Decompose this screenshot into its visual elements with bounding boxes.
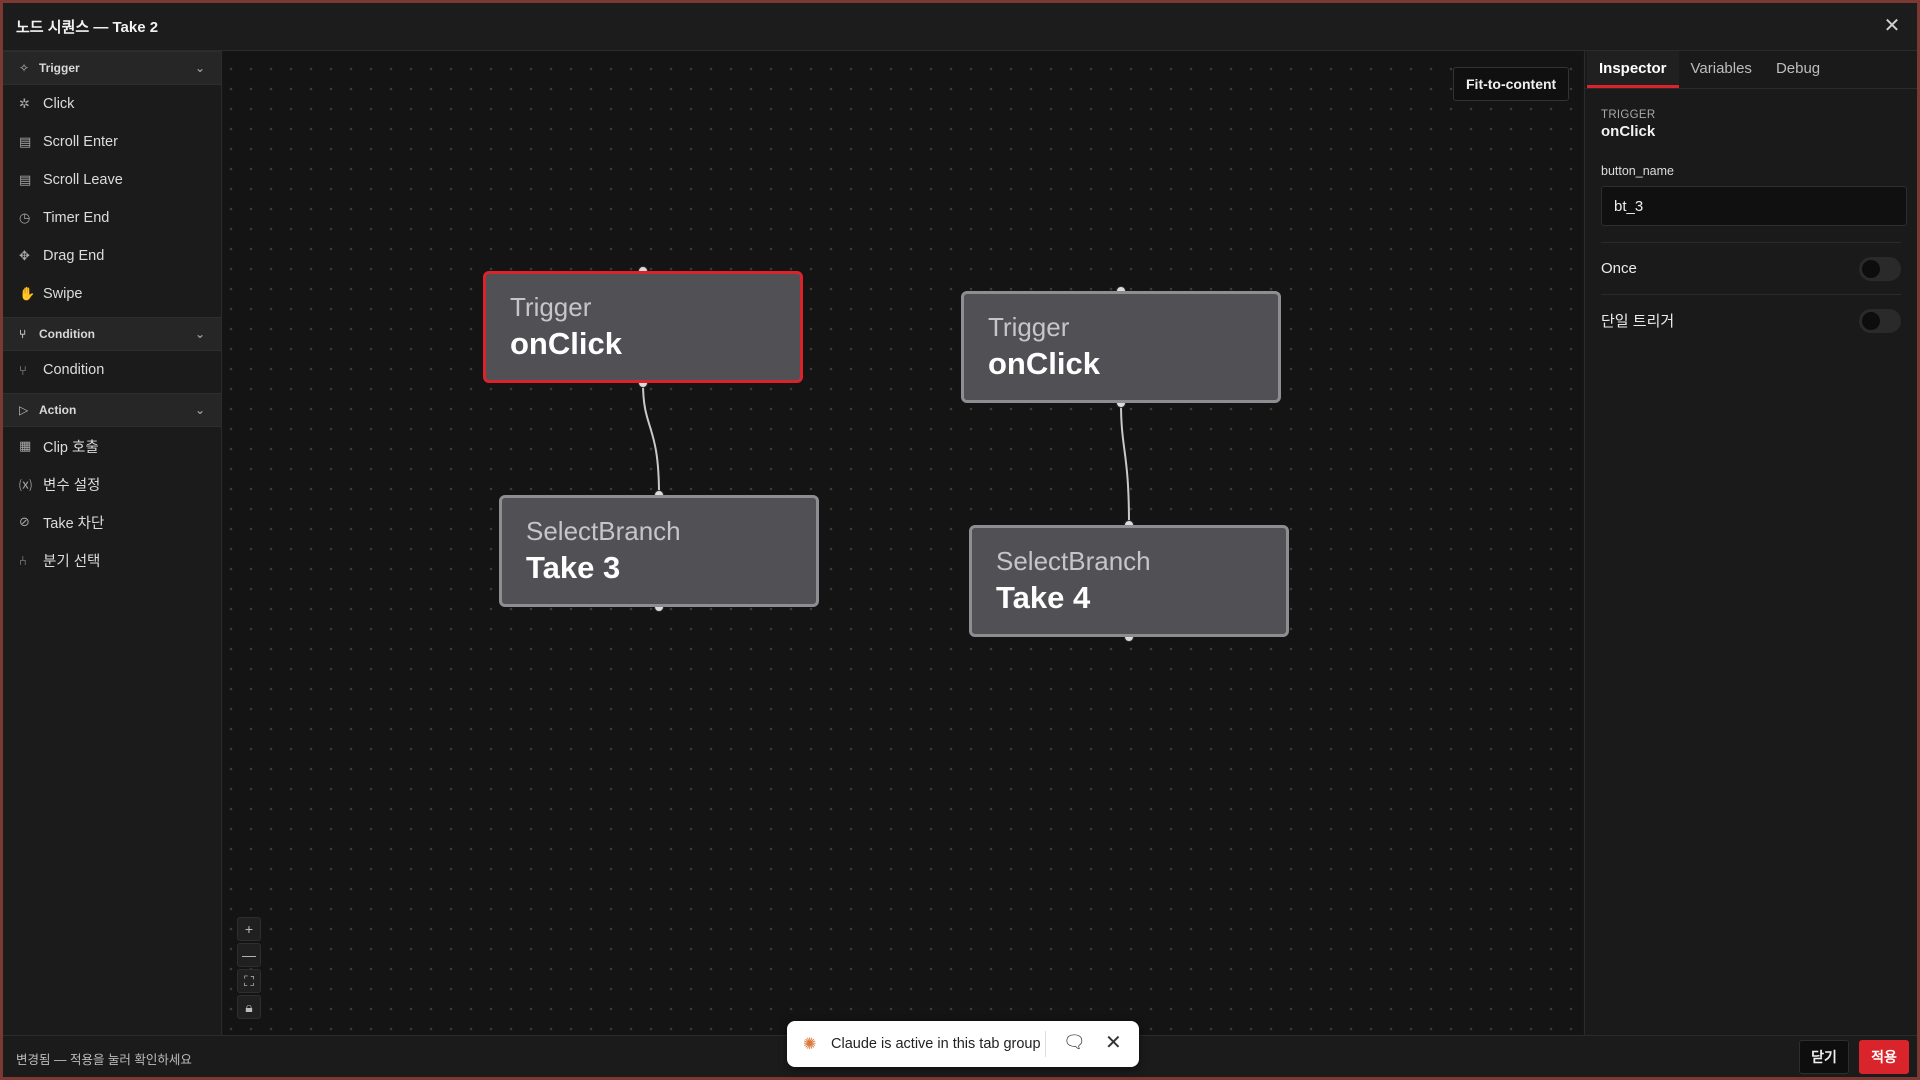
claude-status-bar: ✺ Claude is active in this tab group 🗨︎ … <box>787 1021 1139 1067</box>
palette-item-label: Take 차단 <box>43 515 105 532</box>
palette-item-drag-end[interactable]: ✥ Drag End <box>3 237 221 275</box>
node-trigger-onclick-2[interactable]: Trigger onClick <box>961 291 1281 403</box>
branch-icon: ⑂ <box>19 362 27 378</box>
drag-icon: ✥ <box>19 248 30 263</box>
close-icon[interactable]: ✕ <box>1881 15 1903 37</box>
apply-button[interactable]: 적용 <box>1859 1040 1909 1074</box>
claude-status-text: Claude is active in this tab group <box>831 1036 1041 1052</box>
node-name: onClick <box>988 346 1100 381</box>
inspector-panel: Inspector Variables Debug TRIGGER onClic… <box>1584 51 1917 1035</box>
group-header-action[interactable]: ▷ Action ⌄ <box>3 393 221 427</box>
palette-item-label: Scroll Leave <box>43 172 123 188</box>
group-header-condition[interactable]: ⑂ Condition ⌄ <box>3 317 221 351</box>
group-header-trigger[interactable]: ✧ Trigger ⌄ <box>3 51 221 85</box>
node-name: Take 3 <box>526 550 621 585</box>
node-canvas[interactable]: Trigger onClick SelectBranch Take 3 Trig… <box>223 51 1583 1035</box>
palette-item-block-take[interactable]: ⊘ Take 차단 <box>3 503 221 541</box>
claude-spark-icon: ✺ <box>803 1036 817 1053</box>
palette-item-scroll-enter[interactable]: ▤ Scroll Enter <box>3 123 221 161</box>
variable-icon: ⒳ <box>19 477 33 493</box>
palette-item-label: Timer End <box>43 210 110 226</box>
lock-icon[interactable]: 🔒︎ <box>237 995 261 1019</box>
chevron-down-icon: ⌄ <box>194 403 205 417</box>
play-icon: ▷ <box>19 403 29 417</box>
toggle-label: 단일 트리거 <box>1601 313 1675 330</box>
palette-item-condition[interactable]: ⑂ Condition <box>3 351 221 389</box>
group-label: Trigger <box>39 61 80 75</box>
edge-trigger2-branch4 <box>1120 402 1130 526</box>
node-selectbranch-take4[interactable]: SelectBranch Take 4 <box>969 525 1289 637</box>
palette-item-label: 분기 선택 <box>43 553 101 570</box>
palette-item-label: Drag End <box>43 248 105 264</box>
block-icon: ⊘ <box>19 514 30 529</box>
palette-item-clip-call[interactable]: ▦ Clip 호출 <box>3 427 221 465</box>
single-trigger-toggle[interactable] <box>1859 308 1901 333</box>
scroll-leave-icon: ▤ <box>19 172 32 187</box>
tab-debug[interactable]: Debug <box>1764 51 1832 88</box>
chevron-down-icon: ⌄ <box>194 61 205 75</box>
fullscreen-icon[interactable]: ⛶ <box>237 969 261 993</box>
tab-variables[interactable]: Variables <box>1679 51 1764 88</box>
button-name-input[interactable] <box>1601 186 1907 226</box>
toggle-row-single-trigger: 단일 트리거 <box>1601 294 1901 346</box>
node-name: onClick <box>510 326 622 361</box>
palette-item-click[interactable]: ✲ Click <box>3 85 221 123</box>
branch-icon: ⑂ <box>19 327 27 341</box>
palette-item-swipe[interactable]: ✋ Swipe <box>3 275 221 313</box>
trigger-icon: ✧ <box>19 61 30 75</box>
palette-item-set-variable[interactable]: ⒳ 변수 설정 <box>3 465 221 503</box>
once-toggle[interactable] <box>1859 256 1901 281</box>
status-text: 변경됨 — 적용을 눌러 확인하세요 <box>16 1053 192 1067</box>
toggle-label: Once <box>1601 260 1637 277</box>
palette-item-scroll-leave[interactable]: ▤ Scroll Leave <box>3 161 221 199</box>
palette-item-label: 변수 설정 <box>43 477 101 494</box>
scroll-enter-icon: ▤ <box>19 134 32 149</box>
group-label: Action <box>39 403 77 417</box>
node-name: Take 4 <box>996 580 1091 615</box>
close-icon[interactable]: ✕ <box>1105 1030 1122 1055</box>
button-name-label: button_name <box>1601 164 1674 178</box>
section-label: TRIGGER <box>1601 109 1656 121</box>
palette-item-label: Swipe <box>43 286 83 302</box>
palette-item-label: Condition <box>43 362 105 378</box>
chat-icon[interactable]: 🗨︎ <box>1063 1032 1086 1053</box>
section-value: onClick <box>1601 123 1656 140</box>
close-button[interactable]: 닫기 <box>1799 1040 1849 1074</box>
node-selectbranch-take3[interactable]: SelectBranch Take 3 <box>499 495 819 607</box>
palette-item-label: Click <box>43 96 75 112</box>
node-type: SelectBranch <box>996 546 1151 576</box>
edge-trigger1-branch3 <box>642 382 660 496</box>
chevron-down-icon: ⌄ <box>194 327 205 341</box>
node-palette-sidebar: ✧ Trigger ⌄ ✲ Click ▤ Scroll Enter ▤ Scr… <box>3 51 222 1035</box>
palette-item-label: Scroll Enter <box>43 134 118 150</box>
zoom-in-icon[interactable]: + <box>237 917 261 941</box>
palette-item-timer-end[interactable]: ◷ Timer End <box>3 199 221 237</box>
edge-layer <box>638 266 1134 642</box>
node-type: Trigger <box>988 312 1070 342</box>
fit-to-content-button[interactable]: Fit-to-content <box>1453 67 1570 101</box>
timer-icon: ◷ <box>19 210 31 225</box>
node-trigger-onclick-1[interactable]: Trigger onClick <box>483 271 803 383</box>
inspector-tabs: Inspector Variables Debug <box>1585 51 1917 89</box>
toggle-row-once: Once <box>1601 242 1901 294</box>
zoom-out-icon[interactable]: — <box>237 943 261 967</box>
window-title: 노드 시퀀스 — Take 2 <box>16 19 159 36</box>
node-sequence-window: 노드 시퀀스 — Take 2 ✕ ✧ Trigger ⌄ ✲ Click ▤ … <box>0 0 1920 1080</box>
node-type: Trigger <box>510 292 592 322</box>
click-icon: ✲ <box>19 96 30 111</box>
palette-item-select-branch[interactable]: ⑃ 분기 선택 <box>3 541 221 579</box>
title-bar: 노드 시퀀스 — Take 2 ✕ <box>3 3 1917 51</box>
hand-icon: ✋ <box>19 286 36 301</box>
fork-icon: ⑃ <box>19 552 27 568</box>
palette-item-label: Clip 호출 <box>43 439 99 456</box>
film-icon: ▦ <box>19 438 32 453</box>
group-label: Condition <box>39 327 95 341</box>
divider <box>1045 1031 1046 1057</box>
tab-inspector[interactable]: Inspector <box>1587 51 1679 88</box>
node-type: SelectBranch <box>526 516 681 546</box>
